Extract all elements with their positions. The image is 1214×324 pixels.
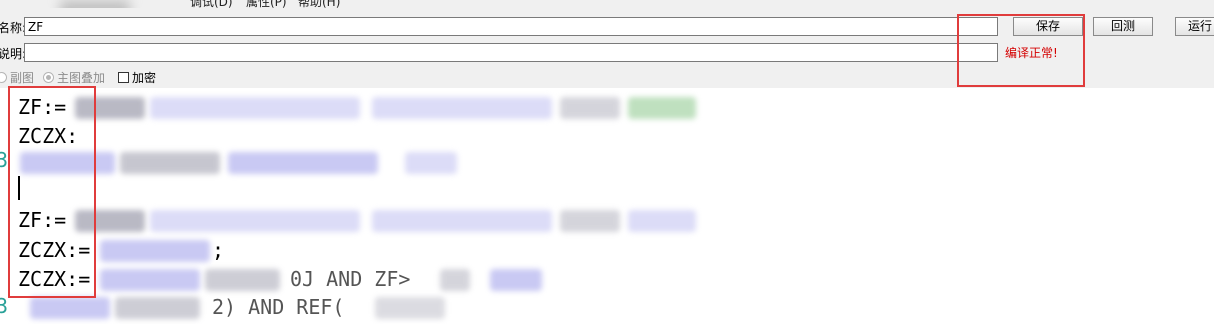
encrypt-checkbox[interactable]: 加密: [118, 69, 156, 86]
redacted-code: [100, 240, 210, 262]
redacted-code: [75, 210, 145, 232]
encrypt-label: 加密: [132, 71, 157, 85]
redacted-code: [490, 269, 542, 291]
redacted-code: [372, 210, 552, 232]
run-button[interactable]: 运行: [1175, 17, 1214, 36]
redacted-code: [150, 210, 360, 232]
redacted-code: [100, 269, 200, 291]
redacted-code: [560, 210, 620, 232]
code-line: ZF:=: [18, 208, 67, 232]
code-line: ZCZX:=: [18, 267, 91, 291]
redacted-code: [20, 152, 115, 174]
description-input[interactable]: [24, 43, 998, 62]
description-label: 说明:: [0, 47, 27, 61]
gutter-line-number: 3: [0, 294, 9, 318]
redacted-code: [30, 297, 110, 319]
redacted-code: [375, 297, 445, 319]
compile-status: 编译正常!: [1005, 46, 1058, 60]
radio-selected-icon: [43, 72, 54, 83]
code-fragment: 2) AND REF(: [212, 295, 345, 319]
text-cursor: [18, 176, 20, 200]
main-overlay-option[interactable]: 主图叠加: [43, 69, 105, 86]
radio-icon: [0, 72, 7, 83]
redacted-code: [628, 210, 696, 232]
redacted-code: [228, 152, 378, 174]
redacted-code: [405, 152, 457, 174]
name-label: 名称:: [0, 21, 27, 35]
menu-bar: 调试(D) 属性(P) 帮助(H): [0, 0, 1214, 8]
code-fragment: 0J AND ZF>: [290, 267, 411, 291]
redacted-code: [120, 152, 220, 174]
menu-properties[interactable]: 属性(P): [246, 0, 287, 8]
code-line: ZCZX:=: [18, 238, 91, 262]
menu-debug[interactable]: 调试(D): [190, 0, 233, 8]
redacted-code: [372, 97, 552, 119]
redacted-code: [150, 97, 360, 119]
gutter-line-number: 3: [0, 148, 9, 172]
code-line: ZCZX:: [18, 124, 79, 148]
code-line: ZF:=: [18, 95, 67, 119]
save-button[interactable]: 保存: [1013, 17, 1083, 36]
sub-chart-option[interactable]: 副图: [0, 69, 34, 86]
checkbox-icon: [118, 72, 129, 83]
redacted-code: [75, 97, 145, 119]
backtest-button[interactable]: 回测: [1093, 17, 1153, 36]
redacted-code: [440, 269, 470, 291]
sub-chart-label: 副图: [10, 71, 35, 85]
redacted-code: [115, 297, 200, 319]
redacted-code: [628, 97, 696, 119]
menu-help[interactable]: 帮助(H): [298, 0, 340, 8]
formula-properties-panel: 名称: 说明: 保存 回测 运行 编译正常! 副图 主图叠加 加密: [0, 8, 1214, 88]
code-editor[interactable]: 3 3 ZF:= ZCZX: ZF:= ZCZX:= ; ZCZX:= 0J A…: [0, 88, 1214, 324]
redacted-code: [205, 269, 280, 291]
code-fragment: ;: [212, 238, 225, 262]
redacted-code: [560, 97, 620, 119]
name-input[interactable]: [24, 17, 998, 36]
main-overlay-label: 主图叠加: [57, 71, 106, 85]
